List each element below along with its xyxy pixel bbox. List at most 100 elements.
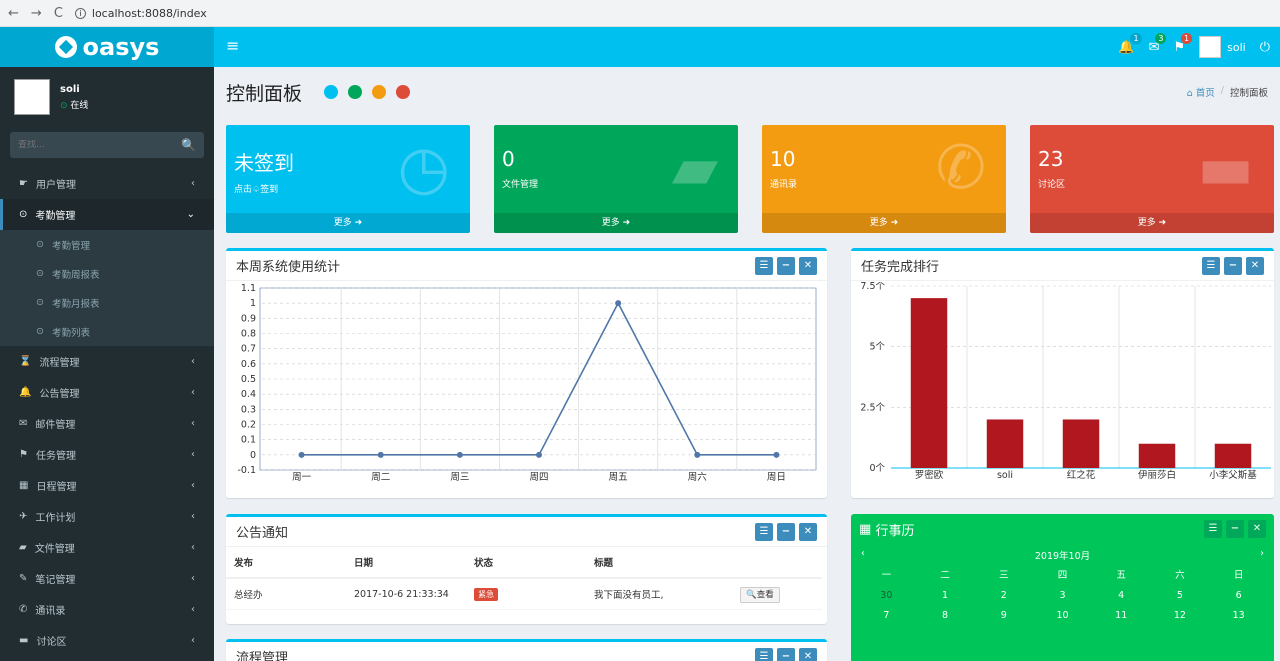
box-collapse-button[interactable]: − [777, 647, 795, 661]
calendar-day[interactable]: 9 [974, 606, 1033, 626]
calendar-day[interactable]: 2 [974, 586, 1033, 606]
submenu-item[interactable]: ⊙ 考勤列表 [0, 317, 214, 346]
weekday-label: 六 [1175, 570, 1185, 581]
skin-aqua-dot[interactable] [324, 85, 339, 99]
box-title: 行事历 [875, 523, 915, 539]
x-tick-label: 小李父斯基 [1209, 469, 1257, 481]
search-icon[interactable]: 🔍 [181, 138, 196, 152]
calendar-day[interactable]: 6 [1209, 586, 1268, 606]
tile-label[interactable]: 点击♤签到 [226, 176, 470, 195]
x-tick-label: 周三 [450, 472, 469, 483]
calendar-day[interactable]: 3 [1033, 586, 1092, 606]
breadcrumb-home[interactable]: ⌂ 首页 [1187, 85, 1215, 99]
breadcrumb: ⌂ 首页 / 控制面板 [1187, 85, 1268, 99]
calendar-day[interactable]: 11 [1092, 606, 1151, 626]
sidebar-item-icon: 🔔 [19, 387, 32, 398]
box-menu-button[interactable]: ☰ [1204, 520, 1222, 538]
box-menu-button[interactable]: ☰ [755, 647, 773, 661]
box-title: 流程管理 [236, 651, 289, 661]
sidebar-item[interactable]: ⌛ 流程管理 ‹ [0, 346, 214, 377]
search-input[interactable] [18, 140, 168, 150]
calendar-day[interactable]: 4 [1092, 586, 1151, 606]
sidebar-item[interactable]: ✉ 邮件管理 ‹ [0, 408, 214, 439]
notification-bell-icon[interactable]: 🔔 1 [1118, 32, 1142, 55]
box-close-button[interactable]: ✕ [799, 256, 817, 275]
sidebar-item-icon: ✎ [19, 573, 28, 584]
forward-icon[interactable]: → [31, 6, 42, 21]
box-close-button[interactable]: ✕ [799, 522, 817, 541]
sidebar-item-label: 公告管理 [39, 389, 80, 400]
user-panel: soli ⊙ 在线 [0, 67, 214, 127]
box-collapse-button[interactable]: − [777, 522, 795, 541]
sidebar-item[interactable]: ✈ 工作计划 ‹ [0, 501, 214, 532]
reload-icon[interactable]: C [54, 6, 63, 21]
submenu-item[interactable]: ⊙ 考勤周报表 [0, 259, 214, 288]
sidebar-item[interactable]: ⚑ 任务管理 ‹ [0, 439, 214, 470]
calendar-day[interactable]: 30 [857, 586, 916, 606]
tile-more-link[interactable]: 更多 ➜ [226, 213, 470, 233]
submenu-item[interactable]: ⊙ 考勤管理 [0, 230, 214, 259]
box-close-button[interactable]: ✕ [799, 647, 817, 661]
calendar-day[interactable]: 5 [1151, 586, 1210, 606]
page-title: 控制面板 [226, 82, 303, 105]
sidebar-item[interactable]: ✎ 笔记管理 ‹ [0, 563, 214, 594]
sidebar-item-icon: ✈ [19, 511, 28, 522]
power-icon[interactable]: ⏻ [1260, 40, 1270, 55]
box-title: 公告通知 [236, 526, 289, 541]
data-point [694, 451, 701, 458]
sidebar-item[interactable]: ▦ 日程管理 ‹ [0, 470, 214, 501]
flag-icon[interactable]: ⚑ 1 [1173, 32, 1193, 55]
view-button[interactable]: 🔍查看 [740, 587, 780, 603]
data-point [773, 451, 780, 458]
tile-contacts: 10 通讯录 ✆ 更多 ➜ [762, 125, 1006, 233]
sidebar-item[interactable]: ▰ 文件管理 ‹ [0, 532, 214, 563]
skin-red-dot[interactable] [396, 85, 411, 99]
tile-more-link[interactable]: 更多 ➜ [494, 213, 738, 233]
box-close-button[interactable]: ✕ [1248, 520, 1266, 538]
calendar-day[interactable]: 7 [857, 606, 916, 626]
box-menu-button[interactable]: ☰ [1202, 256, 1220, 275]
calendar-icon: ▦ [859, 521, 872, 537]
calendar-day[interactable]: 13 [1209, 606, 1268, 626]
box-collapse-button[interactable]: − [777, 256, 795, 275]
calendar-day[interactable]: 12 [1151, 606, 1210, 626]
sidebar-item-icon: ▦ [19, 480, 29, 491]
submenu-item[interactable]: ⊙ 考勤月报表 [0, 288, 214, 317]
cell-publisher: 总经办 [226, 578, 346, 610]
sidebar-item-icon: ✆ [19, 604, 28, 615]
box-menu-button[interactable]: ☰ [755, 256, 773, 275]
sidebar-item[interactable]: 🔔 公告管理 ‹ [0, 377, 214, 408]
user-menu[interactable]: soli [1199, 36, 1246, 58]
sidebar-item-label: 讨论区 [36, 637, 67, 648]
mail-icon[interactable]: ✉ 3 [1149, 32, 1167, 55]
skin-green-dot[interactable] [348, 85, 363, 99]
box-collapse-button[interactable]: − [1226, 520, 1244, 538]
calendar-prev-button[interactable]: ‹ [861, 548, 865, 562]
skin-orange-dot[interactable] [372, 85, 387, 99]
calendar-next-button[interactable]: › [1260, 548, 1264, 562]
col-header: 标题 [586, 547, 733, 579]
calendar-day[interactable]: 10 [1033, 606, 1092, 626]
box-close-button[interactable]: ✕ [1246, 256, 1264, 275]
sidebar-toggle-button[interactable]: ≡ [214, 27, 251, 67]
sidebar-item[interactable]: ▬ 讨论区 ‹ [0, 625, 214, 656]
logo[interactable]: oasys [0, 27, 214, 67]
chevron-icon: ‹ [191, 573, 195, 584]
tile-more-link[interactable]: 更多 ➜ [762, 213, 1006, 233]
calendar-day[interactable]: 1 [916, 586, 975, 606]
tile-value: 23 [1038, 147, 1064, 171]
sidebar-item[interactable]: ☛ 用户管理 ‹ [0, 168, 214, 199]
col-header: 发布 [226, 547, 346, 579]
back-icon[interactable]: ← [8, 6, 19, 21]
address-bar[interactable]: i localhost:8088/index [74, 7, 207, 20]
box-collapse-button[interactable]: − [1224, 256, 1242, 275]
sidebar-item[interactable]: ✆ 通讯录 ‹ [0, 594, 214, 625]
box-menu-button[interactable]: ☰ [755, 522, 773, 541]
tile-more-link[interactable]: 更多 ➜ [1030, 213, 1274, 233]
tile-label: 讨论区 [1038, 180, 1066, 190]
calendar-day[interactable]: 8 [916, 606, 975, 626]
x-tick-label: 红之花 [1067, 469, 1096, 481]
col-header: 状态 [466, 547, 586, 579]
sidebar-item-icon: ⊙ [19, 209, 28, 220]
sidebar-item[interactable]: ⊙ 考勤管理 ⌄ [0, 199, 214, 230]
